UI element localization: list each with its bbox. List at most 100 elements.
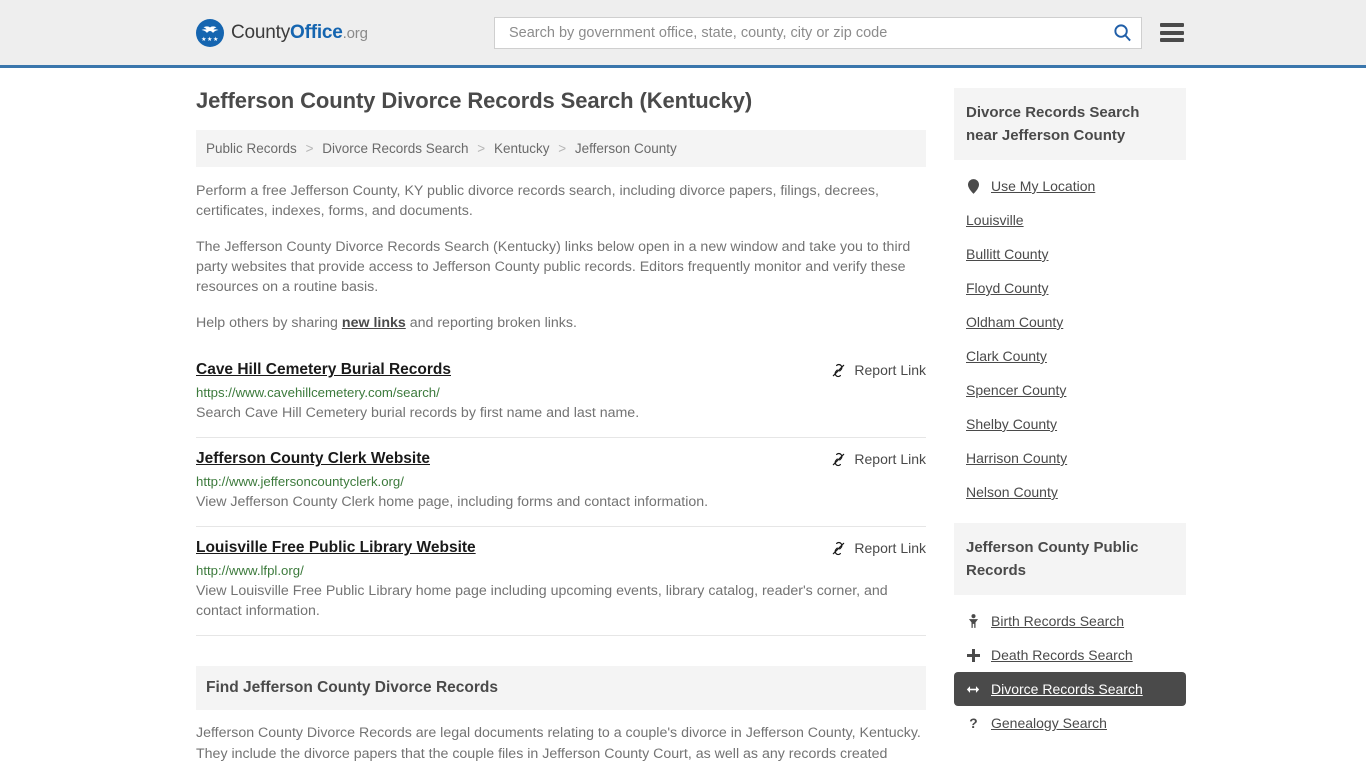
sidebar-place-shelby-county[interactable]: Shelby County	[954, 407, 1186, 441]
public-records-list: Birth Records Search Death Records Searc…	[954, 595, 1186, 740]
cross-icon	[966, 648, 980, 662]
report-link-button[interactable]: Report Link	[831, 361, 926, 378]
sidebar-item-label[interactable]: Death Records Search	[991, 647, 1133, 663]
map-pin-icon	[966, 178, 980, 194]
sidebar-place-bullitt-county[interactable]: Bullitt County	[954, 237, 1186, 271]
breadcrumb-separator: >	[477, 141, 486, 156]
report-link-label: Report Link	[854, 540, 926, 556]
breadcrumb-item-public-records[interactable]: Public Records	[206, 141, 297, 156]
sidebar-place-harrison-county[interactable]: Harrison County	[954, 441, 1186, 475]
breadcrumb-item-divorce-records-search[interactable]: Divorce Records Search	[322, 141, 468, 156]
sidebar: Divorce Records Search near Jefferson Co…	[954, 68, 1186, 740]
nearby-search-heading: Divorce Records Search near Jefferson Co…	[954, 88, 1186, 160]
sidebar-item-label[interactable]: Divorce Records Search	[991, 681, 1143, 697]
report-link-button[interactable]: Report Link	[831, 539, 926, 556]
listing-header: Louisville Free Public Library Website R…	[196, 539, 926, 557]
use-my-location-link[interactable]: Use My Location	[991, 178, 1095, 194]
sidebar-place-nelson-county[interactable]: Nelson County	[954, 475, 1186, 509]
logo-stars: ★★★	[201, 36, 219, 43]
sidebar-item-genealogy-search[interactable]: ? Genealogy Search	[954, 706, 1186, 740]
eagle-icon	[201, 25, 219, 33]
sidebar-place-spencer-county[interactable]: Spencer County	[954, 373, 1186, 407]
sidebar-item-death-records-search[interactable]: Death Records Search	[954, 638, 1186, 672]
header-search-area	[494, 16, 1184, 49]
intro-p3-after: and reporting broken links.	[405, 315, 577, 331]
sidebar-place-oldham-county[interactable]: Oldham County	[954, 305, 1186, 339]
unlink-icon	[833, 452, 845, 466]
unlink-icon	[833, 541, 845, 555]
public-records-heading: Jefferson County Public Records	[954, 523, 1186, 595]
listing-header: Cave Hill Cemetery Burial Records Report…	[196, 361, 926, 379]
listing-header: Jefferson County Clerk Website Report Li…	[196, 450, 926, 468]
search-icon	[1113, 24, 1131, 42]
site-logo[interactable]: ★★★ CountyOffice.org	[196, 18, 368, 47]
page-title: Jefferson County Divorce Records Search …	[196, 88, 753, 113]
new-links-link[interactable]: new links	[342, 315, 406, 331]
svg-text:?: ?	[969, 716, 977, 731]
menu-bar-3	[1160, 38, 1184, 42]
sidebar-item-divorce-records-search[interactable]: Divorce Records Search	[954, 672, 1186, 706]
sidebar-place-floyd-county[interactable]: Floyd County	[954, 271, 1186, 305]
breadcrumb-separator: >	[558, 141, 567, 156]
listing-item: Louisville Free Public Library Website R…	[196, 527, 926, 636]
question-mark-icon: ?	[966, 716, 980, 731]
sidebar-place-louisville[interactable]: Louisville	[954, 203, 1186, 237]
place-link[interactable]: Spencer County	[966, 382, 1066, 398]
breadcrumb-separator: >	[305, 141, 314, 156]
intro-p3-before: Help others by sharing	[196, 315, 342, 331]
intro-paragraph-2: The Jefferson County Divorce Records Sea…	[196, 239, 911, 295]
listing-description: View Louisville Free Public Library home…	[196, 583, 888, 619]
listing-url: http://www.lfpl.org/	[196, 563, 304, 578]
listing-title-link[interactable]: Louisville Free Public Library Website	[196, 539, 476, 557]
menu-bar-2	[1160, 30, 1184, 35]
find-records-body: Jefferson County Divorce Records are leg…	[196, 725, 921, 768]
main-content: Jefferson County Divorce Records Search …	[196, 68, 926, 768]
sidebar-place-clark-county[interactable]: Clark County	[954, 339, 1186, 373]
report-link-button[interactable]: Report Link	[831, 450, 926, 467]
page-body: Jefferson County Divorce Records Search …	[0, 68, 1366, 768]
place-link[interactable]: Shelby County	[966, 416, 1057, 432]
site-header: ★★★ CountyOffice.org	[0, 0, 1366, 68]
place-link[interactable]: Louisville	[966, 212, 1024, 228]
sidebar-item-label[interactable]: Genealogy Search	[991, 715, 1107, 731]
place-link[interactable]: Harrison County	[966, 450, 1067, 466]
listing-description: Search Cave Hill Cemetery burial records…	[196, 405, 640, 421]
intro-text: Perform a free Jefferson County, KY publ…	[196, 181, 926, 333]
listing-description: View Jefferson County Clerk home page, i…	[196, 494, 709, 510]
search-button[interactable]	[1109, 20, 1135, 46]
breadcrumb-item-kentucky[interactable]: Kentucky	[494, 141, 550, 156]
search-box[interactable]	[494, 16, 1142, 49]
nearby-places-list: Use My Location Louisville Bullitt Count…	[954, 160, 1186, 509]
search-input[interactable]	[507, 23, 1109, 42]
listing-title-link[interactable]: Cave Hill Cemetery Burial Records	[196, 361, 451, 379]
intro-paragraph-1: Perform a free Jefferson County, KY publ…	[196, 183, 879, 219]
listing-url: https://www.cavehillcemetery.com/search/	[196, 385, 440, 400]
sidebar-item-birth-records-search[interactable]: Birth Records Search	[954, 604, 1186, 638]
intro-paragraph-3: Help others by sharing new links and rep…	[196, 313, 926, 333]
use-my-location-item[interactable]: Use My Location	[954, 169, 1186, 203]
report-link-label: Report Link	[854, 451, 926, 467]
baby-icon	[966, 613, 980, 629]
place-link[interactable]: Bullitt County	[966, 246, 1048, 262]
hamburger-menu-icon[interactable]	[1160, 23, 1184, 42]
report-link-label: Report Link	[854, 362, 926, 378]
unlink-icon	[833, 363, 845, 377]
breadcrumb-item-jefferson-county[interactable]: Jefferson County	[575, 141, 677, 156]
logo-text-office: Office	[290, 21, 343, 43]
listing-title-link[interactable]: Jefferson County Clerk Website	[196, 450, 430, 468]
logo-text-org: .org	[342, 24, 368, 42]
place-link[interactable]: Clark County	[966, 348, 1047, 364]
logo-text-county: County	[231, 21, 291, 43]
listing-url: http://www.jeffersoncountyclerk.org/	[196, 474, 404, 489]
arrows-left-right-icon	[966, 684, 980, 695]
place-link[interactable]: Floyd County	[966, 280, 1048, 296]
countyoffice-logo-icon: ★★★	[196, 18, 224, 47]
listing-item: Cave Hill Cemetery Burial Records Report…	[196, 349, 926, 438]
place-link[interactable]: Nelson County	[966, 484, 1058, 500]
sidebar-item-label[interactable]: Birth Records Search	[991, 613, 1124, 629]
place-link[interactable]: Oldham County	[966, 314, 1063, 330]
logo-wordmark: CountyOffice.org	[231, 22, 368, 44]
find-records-heading: Find Jefferson County Divorce Records	[196, 666, 926, 710]
breadcrumb: Public Records > Divorce Records Search …	[196, 130, 926, 167]
menu-bar-1	[1160, 23, 1184, 27]
